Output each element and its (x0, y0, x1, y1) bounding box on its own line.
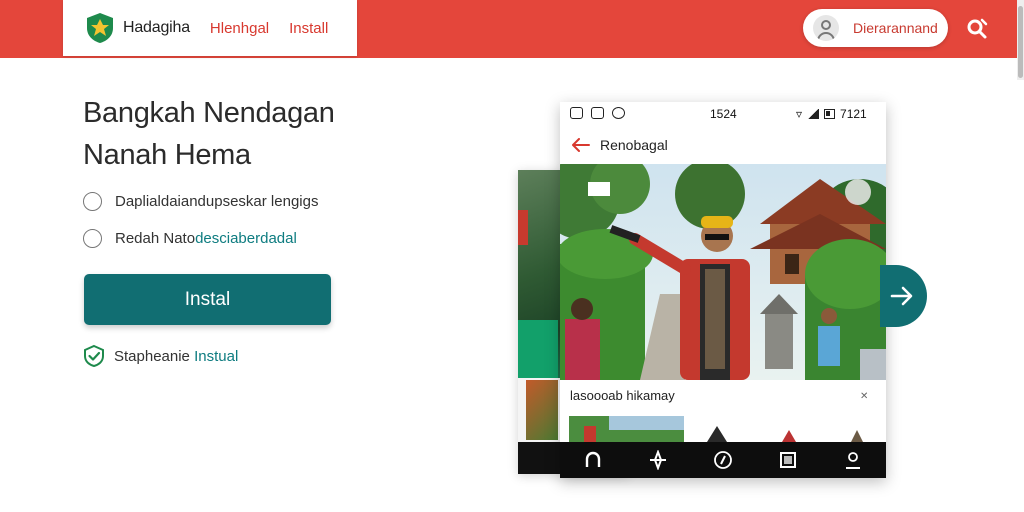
square-icon[interactable] (778, 450, 798, 470)
option-2[interactable]: Redah Nato desciaberdadal (83, 229, 297, 248)
avatar-icon (813, 15, 839, 41)
battery-icon (824, 109, 836, 119)
home-icon[interactable] (583, 450, 603, 470)
notification-icon (570, 107, 583, 119)
bottom-nav (560, 442, 886, 478)
profile-icon[interactable] (843, 450, 863, 470)
option-1[interactable]: Daplialdaiandupseskar lengigs (83, 192, 318, 211)
app-bar: Renobagal (560, 130, 886, 160)
user-account-button[interactable]: Dierarannand (803, 9, 948, 47)
option-2-label: Redah Nato (115, 230, 196, 247)
hero-title: Bangkah Nendagan Nanah Hema (83, 92, 463, 176)
back-arrow-icon[interactable] (572, 138, 590, 152)
shield-logo-icon (87, 13, 113, 43)
featured-photo-image (560, 164, 886, 380)
brand-name[interactable]: Hadagiha (123, 19, 190, 37)
thumbnail-strip (569, 416, 863, 442)
next-arrow-button[interactable] (880, 265, 927, 327)
radio-button[interactable] (83, 229, 102, 248)
hero-title-line-1: Bangkah Nendagan (83, 97, 335, 129)
caption-text: lasoooab hikamay (570, 388, 675, 403)
nav-card: Hadagiha Hlenhgal Install (63, 0, 357, 56)
status-time: 1524 (710, 107, 737, 121)
scrollbar-thumb[interactable] (1018, 6, 1023, 78)
radio-button[interactable] (83, 192, 102, 211)
hero-title-line-2: Nanah Hema (83, 139, 251, 171)
back-thumbnail-image (526, 380, 558, 440)
close-icon[interactable]: ✕ (860, 391, 868, 402)
shield-check-icon (84, 344, 104, 368)
phone-screenshot: 1524 ▿ 7121 Renobagal lasoooab hikamay ✕ (560, 102, 886, 478)
explore-icon[interactable] (648, 450, 668, 470)
secure-text: Stapheanie (114, 347, 190, 365)
status-bar: 1524 ▿ 7121 (560, 102, 886, 126)
user-name: Dierarannand (853, 20, 938, 36)
nav-link-0[interactable]: Hlenhgal (210, 20, 269, 37)
app-bar-title: Renobagal (600, 137, 668, 153)
message-icon (591, 107, 604, 119)
nav-link-install[interactable]: Install (289, 20, 328, 37)
option-2-accent: desciaberdadal (195, 230, 297, 247)
wifi-icon: ▿ (796, 107, 803, 121)
search-icon[interactable] (962, 14, 992, 44)
install-button[interactable]: Instal (84, 274, 331, 325)
compass-icon[interactable] (713, 450, 733, 470)
app-icon (612, 107, 625, 119)
secure-accent[interactable]: Instual (194, 348, 238, 365)
status-right-value: 7121 (840, 107, 867, 121)
secure-note: Stapheanie Instual (83, 344, 238, 368)
signal-icon (807, 109, 820, 119)
option-1-label: Daplialdaiandupseskar lengigs (115, 193, 319, 210)
